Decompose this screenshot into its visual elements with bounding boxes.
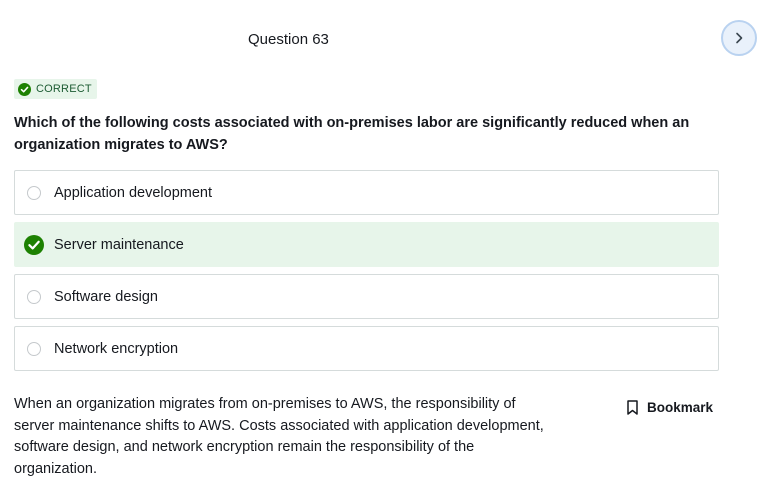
check-circle-icon	[24, 234, 44, 255]
answer-option-selected[interactable]: Server maintenance	[14, 222, 719, 267]
check-circle-icon	[18, 82, 31, 96]
bookmark-button[interactable]: Bookmark	[627, 400, 713, 415]
status-badge-label: CORRECT	[36, 83, 92, 95]
answer-option-label: Application development	[54, 184, 212, 201]
answer-option-label: Server maintenance	[54, 236, 184, 253]
explanation-text: When an organization migrates from on-pr…	[14, 396, 544, 477]
radio-button[interactable]	[27, 289, 41, 304]
status-badge: CORRECT	[14, 79, 97, 99]
question-title: Question 63	[248, 31, 329, 48]
answer-option-label: Software design	[54, 288, 158, 305]
bookmark-label: Bookmark	[647, 400, 714, 415]
next-question-button[interactable]	[721, 20, 757, 56]
answer-option[interactable]: Software design	[14, 274, 719, 319]
answer-options: Application development Server maintenan…	[14, 170, 719, 378]
answer-option-label: Network encryption	[54, 340, 179, 357]
bookmark-icon	[627, 400, 638, 415]
question-text: Which of the following costs associated …	[14, 115, 690, 153]
radio-button[interactable]	[27, 341, 41, 356]
answer-option[interactable]: Network encryption	[14, 326, 719, 371]
chevron-right-icon	[736, 32, 743, 44]
radio-button[interactable]	[27, 185, 41, 200]
answer-option[interactable]: Application development	[14, 170, 719, 215]
